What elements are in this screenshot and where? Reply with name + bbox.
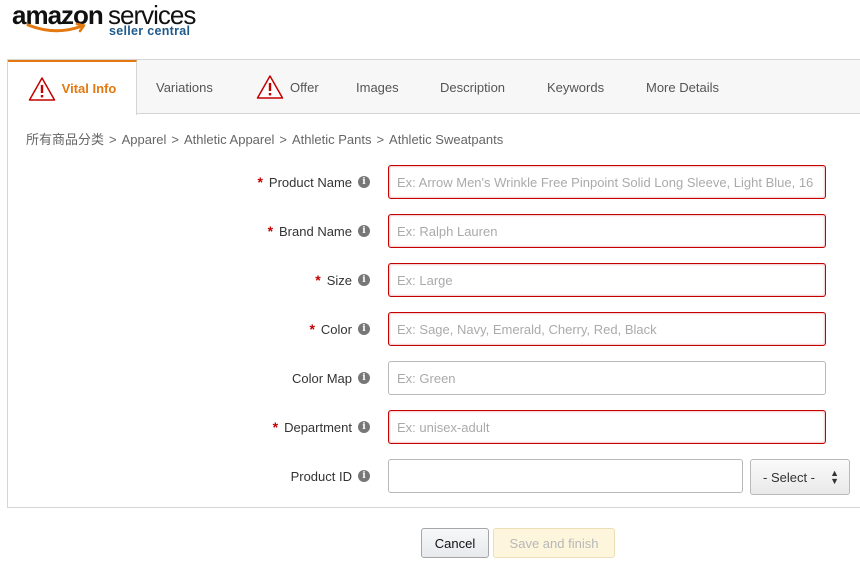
field-label: * Size i: [315, 263, 370, 297]
amazon-smile-icon: [26, 22, 86, 33]
tab-bar: Vital Info Variations Offer Images Descr…: [8, 60, 860, 115]
category-breadcrumb: 所有商品分类 > Apparel > Athletic Apparel > Athletic…: [26, 132, 504, 147]
required-marker: *: [315, 272, 321, 288]
tab-label: Keywords: [547, 79, 605, 95]
color-map-input[interactable]: [388, 361, 826, 395]
info-icon[interactable]: i: [358, 323, 370, 335]
warning-triangle-icon: [28, 76, 55, 101]
field-row-color-map: Color Map i: [8, 361, 860, 395]
tab-label: Images: [356, 79, 399, 95]
logo-subtitle: seller central: [109, 24, 191, 38]
info-icon[interactable]: i: [358, 274, 370, 286]
tab-variations[interactable]: Variations: [156, 60, 213, 114]
required-marker: *: [257, 174, 263, 190]
required-marker: *: [309, 321, 315, 337]
color-input[interactable]: [388, 312, 826, 346]
breadcrumb-item[interactable]: Apparel: [122, 132, 167, 147]
info-icon[interactable]: i: [358, 372, 370, 384]
field-label: Color Map i: [292, 361, 370, 395]
product-form-panel: Vital Info Variations Offer Images Descr…: [7, 59, 860, 508]
breadcrumb-item[interactable]: Athletic Apparel: [184, 132, 274, 147]
tab-label: Variations: [156, 79, 213, 95]
tab-description[interactable]: Description: [440, 60, 505, 114]
product-id-type-select[interactable]: - Select - ▲ ▼: [750, 459, 850, 495]
field-row-department: * Department i: [8, 410, 860, 444]
info-icon[interactable]: i: [358, 225, 370, 237]
tab-label: Description: [440, 79, 506, 95]
field-label: * Brand Name i: [268, 214, 370, 248]
info-icon[interactable]: i: [358, 470, 370, 482]
field-row-product-id: Product ID i - Select - ▲ ▼: [8, 459, 860, 495]
tab-label: More Details: [646, 79, 719, 95]
required-marker: *: [267, 223, 274, 239]
field-label: * Product Name i: [257, 165, 370, 199]
tab-more-details[interactable]: More Details: [646, 60, 719, 114]
tab-vital-info[interactable]: Vital Info: [8, 60, 137, 115]
cancel-button[interactable]: Cancel: [421, 528, 489, 558]
required-marker: *: [272, 419, 279, 435]
brand-name-input[interactable]: [388, 214, 826, 248]
field-label: Product ID i: [291, 459, 370, 493]
info-icon[interactable]: i: [358, 176, 370, 188]
field-row-product-name: * Product Name i: [8, 165, 860, 199]
breadcrumb-item[interactable]: 所有商品分类: [26, 132, 104, 147]
warning-triangle-icon: [256, 75, 284, 99]
product-name-input[interactable]: [388, 165, 826, 199]
department-input[interactable]: [388, 410, 826, 444]
tab-images[interactable]: Images: [356, 60, 399, 114]
tab-label: Offer: [290, 79, 319, 95]
size-input[interactable]: [388, 263, 826, 297]
field-label: * Color i: [309, 312, 370, 346]
field-label: * Department i: [273, 410, 370, 444]
field-row-size: * Size i: [8, 263, 860, 297]
field-row-brand-name: * Brand Name i: [8, 214, 860, 248]
breadcrumb-item[interactable]: Athletic Pants: [292, 132, 372, 147]
info-icon[interactable]: i: [358, 421, 370, 433]
tab-keywords[interactable]: Keywords: [547, 60, 604, 114]
field-row-color: * Color i: [8, 312, 860, 346]
tab-label: Vital Info: [61, 81, 117, 96]
amazon-services-logo[interactable]: amazon services seller central: [12, 0, 212, 44]
select-value: - Select -: [763, 469, 816, 485]
updown-arrows-icon: ▲ ▼: [830, 468, 839, 486]
breadcrumb-item[interactable]: Athletic Sweatpants: [389, 132, 503, 147]
save-and-finish-button[interactable]: Save and finish: [493, 528, 615, 558]
tab-offer[interactable]: Offer: [256, 60, 319, 114]
product-id-input[interactable]: [388, 459, 743, 493]
